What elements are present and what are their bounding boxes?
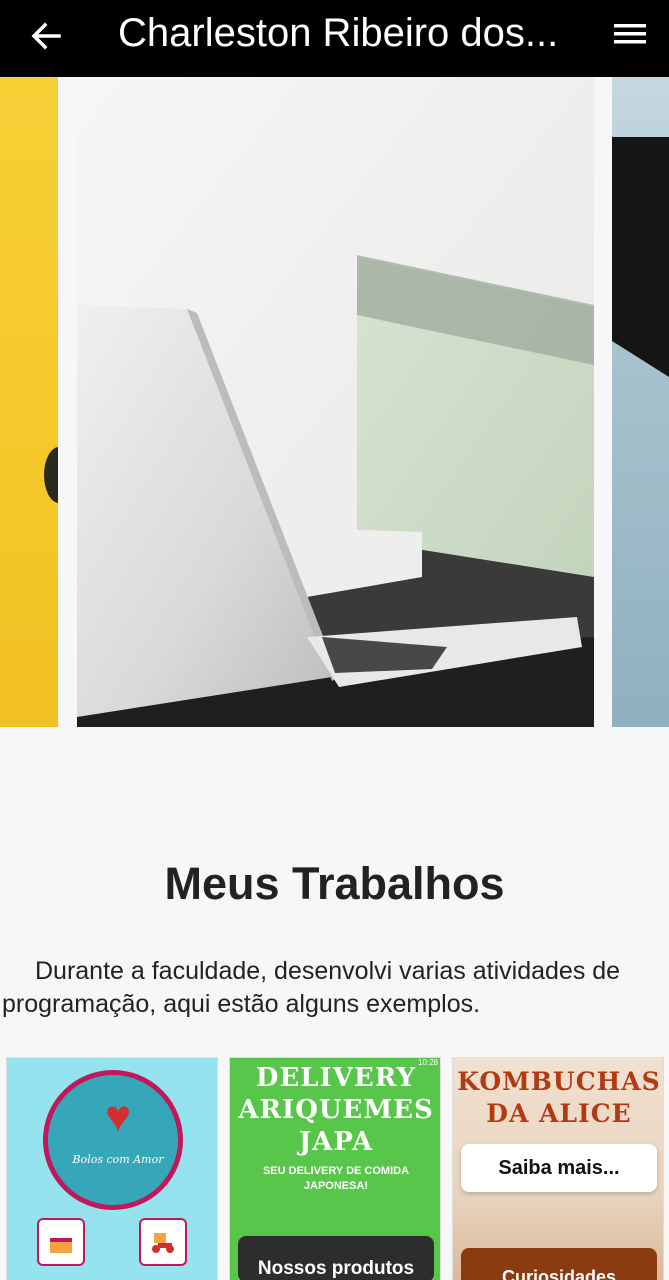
products-button[interactable]: Nossos produtos xyxy=(238,1236,434,1280)
hamburger-menu-icon xyxy=(614,24,646,44)
app-bar: Charleston Ribeiro dos... xyxy=(0,0,669,77)
page-title: Charleston Ribeiro dos... xyxy=(118,11,559,55)
arrow-left-icon xyxy=(31,22,61,50)
carousel-slide-previous[interactable] xyxy=(0,77,58,727)
heart-icon: ♥ xyxy=(104,1092,132,1141)
delivery-subtitle: SEU DELIVERY DE COMIDA JAPONESA! xyxy=(262,1165,410,1192)
section-description: Durante a faculdade, desenvolvi varias a… xyxy=(2,957,621,1018)
back-button[interactable] xyxy=(26,16,66,56)
delivery-icon xyxy=(139,1218,187,1266)
delivery-title: DELIVERY ARIQUEMES JAPA xyxy=(238,1063,434,1157)
projects-list: ♥ Bolos com Amor 10:28 DELIVERY ARIQUEME… xyxy=(0,1057,669,1280)
curiosities-button[interactable]: Curiosidades xyxy=(461,1248,657,1280)
project-card-delivery[interactable]: 10:28 DELIVERY ARIQUEMES JAPA SEU DELIVE… xyxy=(229,1057,441,1280)
section-title: Meus Trabalhos xyxy=(164,858,505,909)
cake-icon xyxy=(37,1218,85,1266)
project-card-bolos[interactable]: ♥ Bolos com Amor xyxy=(6,1057,218,1280)
kombucha-title: KOMBUCHAS DA ALICE xyxy=(457,1067,661,1128)
bolos-logo-text: Bolos com Amor xyxy=(72,1153,164,1166)
menu-button[interactable] xyxy=(608,14,652,54)
project-card-kombucha[interactable]: KOMBUCHAS DA ALICE Saiba mais... Curiosi… xyxy=(452,1057,664,1280)
carousel-slide-current[interactable] xyxy=(77,77,594,727)
laptop-photo xyxy=(77,77,594,727)
image-carousel[interactable] xyxy=(0,77,669,727)
slide-object-shape xyxy=(44,447,58,503)
bolos-logo: ♥ Bolos com Amor xyxy=(43,1070,183,1210)
learn-more-button[interactable]: Saiba mais... xyxy=(461,1144,657,1192)
slide-dark-shape xyxy=(612,137,669,377)
carousel-slide-next[interactable] xyxy=(612,77,669,727)
